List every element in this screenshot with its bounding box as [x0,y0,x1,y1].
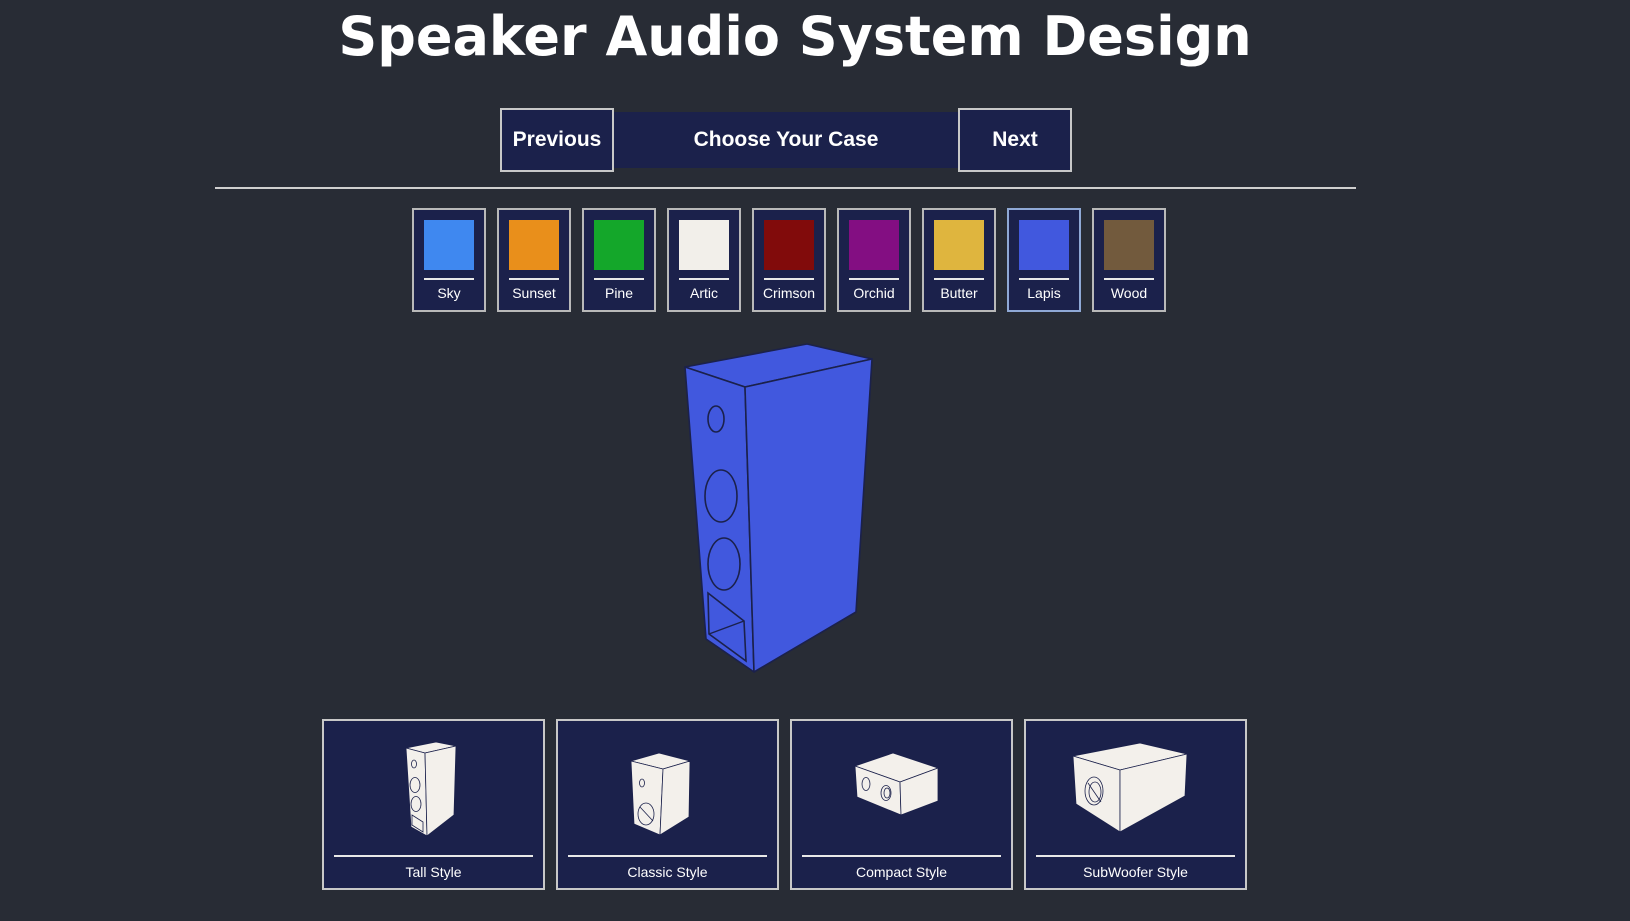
style-divider [1036,855,1235,857]
color-swatch-wood[interactable]: Wood [1092,208,1166,312]
page-title: Speaker Audio System Design [338,5,1252,68]
style-label: Classic Style [627,864,708,880]
swatch-divider [594,278,644,280]
swatch-label: Orchid [853,285,895,301]
swatch-label: Crimson [762,285,816,301]
style-label: Tall Style [405,864,462,880]
compact-speaker-icon [853,752,940,816]
section-divider [215,187,1356,189]
swatch-label: Wood [1110,285,1148,301]
color-chip [934,220,984,270]
color-chip [424,220,474,270]
color-chip [1104,220,1154,270]
swatch-divider [679,278,729,280]
color-swatch-sunset[interactable]: Sunset [497,208,571,312]
style-label: SubWoofer Style [1083,864,1188,880]
app-page: Speaker Audio System Design Previous Cho… [0,0,1630,921]
color-chip [594,220,644,270]
swatch-divider [424,278,474,280]
speaker-case-preview[interactable] [670,336,910,686]
style-card-compact[interactable]: Compact Style [790,719,1013,890]
color-swatch-orchid[interactable]: Orchid [837,208,911,312]
color-swatch-pine[interactable]: Pine [582,208,656,312]
color-swatch-list: Sky Sunset Pine Artic Crimson Orchid But… [412,208,1166,312]
color-chip [679,220,729,270]
step-title: Choose Your Case [614,112,958,168]
swatch-divider [1019,278,1069,280]
style-card-tall[interactable]: Tall Style [322,719,545,890]
swatch-label: Sunset [512,285,556,301]
color-swatch-sky[interactable]: Sky [412,208,486,312]
style-card-classic[interactable]: Classic Style [556,719,779,890]
swatch-label: Butter [940,285,978,301]
style-divider [568,855,767,857]
classic-speaker-icon [629,752,692,836]
previous-button[interactable]: Previous [500,108,614,172]
next-button[interactable]: Next [958,108,1072,172]
color-chip [764,220,814,270]
swatch-label: Lapis [1027,285,1061,301]
style-divider [334,855,533,857]
color-chip [509,220,559,270]
swatch-label: Pine [604,285,634,301]
swatch-divider [764,278,814,280]
style-card-subwoofer[interactable]: SubWoofer Style [1024,719,1247,890]
color-swatch-lapis[interactable]: Lapis [1007,208,1081,312]
color-chip [1019,220,1069,270]
style-divider [802,855,1001,857]
swatch-label: Artic [690,285,718,301]
style-label: Compact Style [855,864,948,880]
case-style-list: Tall Style Classic Style Compact Style S… [322,719,1247,890]
color-swatch-crimson[interactable]: Crimson [752,208,826,312]
tall-speaker-icon [405,741,457,837]
color-swatch-butter[interactable]: Butter [922,208,996,312]
swatch-divider [509,278,559,280]
swatch-divider [934,278,984,280]
case-side-face [744,358,873,673]
swatch-label: Sky [437,285,461,301]
color-swatch-artic[interactable]: Artic [667,208,741,312]
swatch-divider [1104,278,1154,280]
color-chip [849,220,899,270]
subwoofer-speaker-icon [1072,742,1188,833]
swatch-divider [849,278,899,280]
step-navigation: Previous Choose Your Case Next [500,108,1072,172]
